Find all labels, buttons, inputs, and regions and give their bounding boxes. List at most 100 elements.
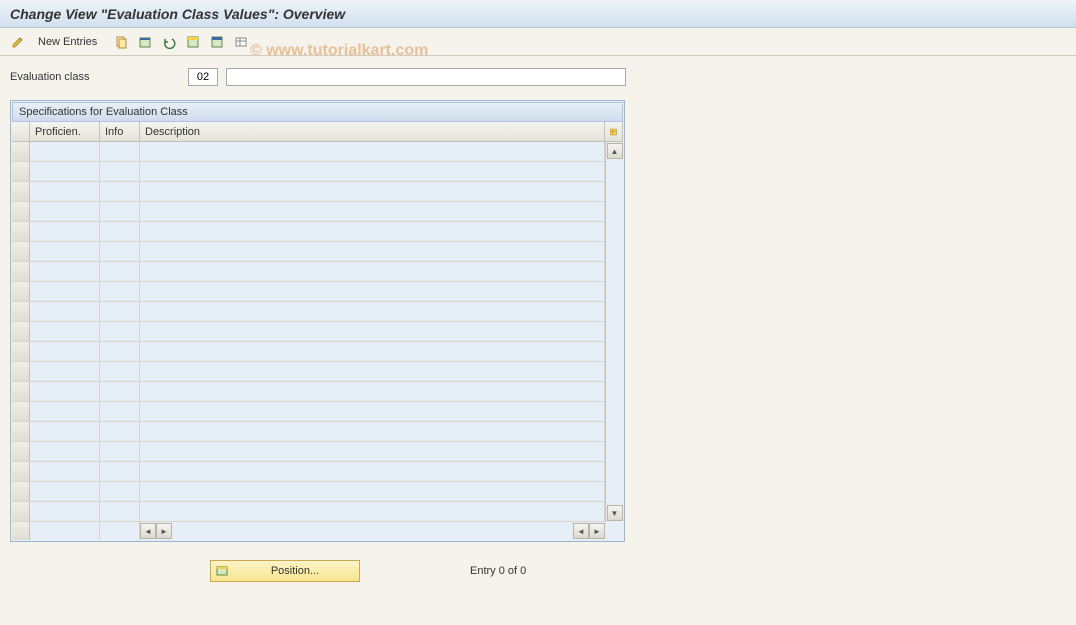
cell-description[interactable] <box>140 322 605 341</box>
scroll-up-button[interactable]: ▲ <box>607 143 623 159</box>
row-selector[interactable] <box>12 302 30 321</box>
cell-description[interactable] <box>140 402 605 421</box>
configure-columns-button[interactable] <box>605 122 623 141</box>
table-row[interactable] <box>12 362 605 382</box>
cell-proficien[interactable] <box>30 342 100 361</box>
cell-info[interactable] <box>100 262 140 281</box>
cell-proficien[interactable] <box>30 462 100 481</box>
undo-button[interactable] <box>159 32 179 52</box>
cell-info[interactable] <box>100 202 140 221</box>
table-row[interactable] <box>12 282 605 302</box>
cell-info[interactable] <box>100 422 140 441</box>
table-row[interactable] <box>12 502 605 522</box>
table-row[interactable] <box>12 382 605 402</box>
new-entries-button[interactable]: New Entries <box>32 36 103 48</box>
cell-proficien[interactable] <box>30 442 100 461</box>
cell-info[interactable] <box>100 142 140 161</box>
scroll-track[interactable] <box>606 160 623 504</box>
scroll-left2-button[interactable]: ◄ <box>573 523 589 539</box>
cell-proficien[interactable] <box>30 182 100 201</box>
table-row[interactable] <box>12 342 605 362</box>
table-row[interactable] <box>12 402 605 422</box>
cell-description[interactable] <box>140 482 605 501</box>
cell-description[interactable] <box>140 242 605 261</box>
row-selector[interactable] <box>12 342 30 361</box>
cell-proficien[interactable] <box>30 222 100 241</box>
cell-proficien[interactable] <box>30 262 100 281</box>
cell-info[interactable] <box>100 162 140 181</box>
table-settings-button[interactable] <box>231 32 251 52</box>
cell-info[interactable] <box>100 462 140 481</box>
cell-proficien[interactable] <box>30 202 100 221</box>
cell-proficien[interactable] <box>30 282 100 301</box>
cell-description[interactable] <box>140 202 605 221</box>
select-all-button[interactable] <box>183 32 203 52</box>
deselect-all-button[interactable] <box>207 32 227 52</box>
scroll-down-button[interactable]: ▼ <box>607 505 623 521</box>
cell-proficien[interactable] <box>30 142 100 161</box>
selector-header[interactable] <box>12 122 30 141</box>
scroll-left-button[interactable]: ◄ <box>140 523 156 539</box>
row-selector[interactable] <box>12 262 30 281</box>
cell-proficien[interactable] <box>30 322 100 341</box>
table-row[interactable] <box>12 302 605 322</box>
scroll-right2-button[interactable]: ► <box>589 523 605 539</box>
cell-description[interactable] <box>140 442 605 461</box>
row-selector[interactable] <box>12 282 30 301</box>
row-selector[interactable] <box>12 242 30 261</box>
table-row[interactable] <box>12 262 605 282</box>
cell-proficien[interactable] <box>30 482 100 501</box>
row-selector[interactable] <box>12 222 30 241</box>
table-row[interactable] <box>12 322 605 342</box>
cell-description[interactable] <box>140 462 605 481</box>
cell-info[interactable] <box>100 382 140 401</box>
row-selector[interactable] <box>12 362 30 381</box>
table-row[interactable] <box>12 162 605 182</box>
row-selector[interactable] <box>12 462 30 481</box>
cell-proficien[interactable] <box>30 242 100 261</box>
row-selector[interactable] <box>12 382 30 401</box>
cell-info[interactable] <box>100 362 140 381</box>
table-row[interactable] <box>12 202 605 222</box>
cell-description[interactable] <box>140 502 605 521</box>
row-selector[interactable] <box>12 442 30 461</box>
cell-proficien[interactable] <box>30 402 100 421</box>
cell-info[interactable] <box>100 222 140 241</box>
cell-proficien[interactable] <box>30 162 100 181</box>
cell-info[interactable] <box>100 342 140 361</box>
cell-description[interactable] <box>140 382 605 401</box>
delete-button[interactable] <box>135 32 155 52</box>
table-row[interactable] <box>12 182 605 202</box>
cell-description[interactable] <box>140 222 605 241</box>
cell-description[interactable] <box>140 422 605 441</box>
row-selector[interactable] <box>12 322 30 341</box>
row-selector[interactable] <box>12 402 30 421</box>
cell-proficien[interactable] <box>30 502 100 521</box>
table-row[interactable] <box>12 222 605 242</box>
vertical-scrollbar[interactable]: ▲ ▼ <box>605 142 623 522</box>
row-selector[interactable] <box>12 162 30 181</box>
cell-description[interactable] <box>140 282 605 301</box>
scroll-right-button[interactable]: ► <box>156 523 172 539</box>
proficien-header[interactable]: Proficien. <box>30 122 100 141</box>
edit-icon-button[interactable] <box>8 32 28 52</box>
cell-description[interactable] <box>140 182 605 201</box>
cell-description[interactable] <box>140 162 605 181</box>
table-row[interactable] <box>12 422 605 442</box>
cell-info[interactable] <box>100 502 140 521</box>
cell-description[interactable] <box>140 342 605 361</box>
cell-description[interactable] <box>140 262 605 281</box>
position-button[interactable]: Position... <box>210 560 360 582</box>
cell-info[interactable] <box>100 402 140 421</box>
cell-info[interactable] <box>100 482 140 501</box>
table-row[interactable] <box>12 462 605 482</box>
row-selector[interactable] <box>12 502 30 521</box>
table-row[interactable] <box>12 442 605 462</box>
table-row[interactable] <box>12 142 605 162</box>
cell-info[interactable] <box>100 242 140 261</box>
evaluation-class-input[interactable] <box>188 68 218 86</box>
row-selector[interactable] <box>12 482 30 501</box>
description-header[interactable]: Description <box>140 122 605 141</box>
cell-proficien[interactable] <box>30 382 100 401</box>
cell-proficien[interactable] <box>30 422 100 441</box>
